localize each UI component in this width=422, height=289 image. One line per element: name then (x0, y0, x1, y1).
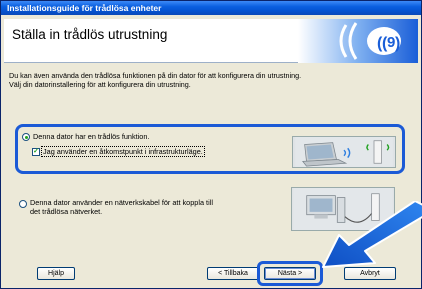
intro-text: Du kan även använda den trådlösa funktio… (9, 71, 414, 89)
setup-wizard-window: Installationsguide för trådlösa enheter … (0, 0, 422, 289)
cable-option-label-line-2[interactable]: det trådlösa nätverket. (30, 207, 213, 216)
intro-line-1: Du kan även använda den trådlösa funktio… (9, 71, 302, 80)
access-point-checkbox[interactable]: ✓ (32, 148, 40, 156)
window-titlebar: Installationsguide för trådlösa enheter (1, 1, 421, 15)
next-button[interactable]: Nästa > (264, 267, 316, 280)
cable-option-label[interactable]: Denna dator använder en nätverkskabel fö… (30, 198, 213, 216)
svg-text:): ) (395, 35, 400, 52)
window-title: Installationsguide för trådlösa enheter (7, 3, 162, 13)
laptop-wireless-image (292, 136, 396, 168)
help-button[interactable]: Hjälp (37, 267, 75, 280)
wireless-logo-icon: ( ( 9 ) (298, 19, 418, 63)
cable-radio[interactable] (19, 200, 27, 208)
page-title: Ställa in trådlös utrustning (12, 27, 168, 42)
arrow-pointer-icon (322, 201, 422, 268)
wireless-radio[interactable] (22, 133, 30, 141)
wireless-option-label[interactable]: Denna dator har en trådlös funktion. (33, 132, 149, 141)
cable-option-label-line-1[interactable]: Denna dator använder en nätverkskabel fö… (30, 198, 213, 207)
wireless-option-group: Denna dator har en trådlös funktion. ✓ J… (15, 124, 405, 174)
access-point-label[interactable]: Jag använder en åtkomstpunkt i infrastru… (41, 146, 205, 157)
intro-line-2: Välj din datorinstallering för att konfi… (9, 80, 191, 89)
header-banner: Ställa in trådlös utrustning ( ( 9 ) (4, 19, 418, 63)
back-button[interactable]: < Tillbaka (207, 267, 259, 280)
